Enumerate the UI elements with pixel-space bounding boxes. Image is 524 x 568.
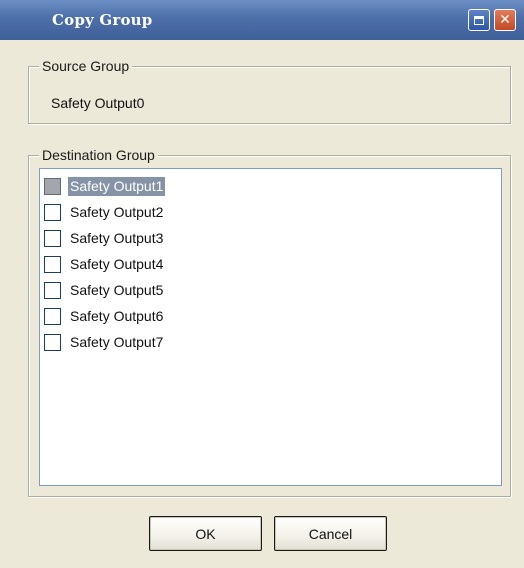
list-item-safety-output4[interactable]: Safety Output4: [44, 253, 165, 275]
list-item-safety-output5[interactable]: Safety Output5: [44, 279, 165, 301]
maximize-icon: [474, 15, 484, 25]
close-icon: ✕: [499, 12, 511, 28]
destination-group-box: Destination Group Safety Output1 Safety …: [28, 147, 511, 497]
checkbox-safety-output2[interactable]: [44, 203, 61, 221]
list-item-safety-output3[interactable]: Safety Output3: [44, 227, 165, 249]
list-item-safety-output7[interactable]: Safety Output7: [44, 331, 165, 353]
close-button[interactable]: ✕: [494, 9, 516, 31]
checkbox-safety-output4[interactable]: [44, 255, 61, 273]
source-group-value: Safety Output0: [51, 95, 145, 111]
list-item-label: Safety Output2: [70, 203, 164, 220]
checkbox-safety-output1[interactable]: [44, 177, 61, 195]
source-group-legend: Source Group: [39, 58, 133, 74]
checkbox-safety-output7[interactable]: [44, 333, 61, 351]
checkbox-safety-output5[interactable]: [44, 281, 61, 299]
cancel-button[interactable]: Cancel: [274, 516, 387, 551]
list-item-label: Safety Output6: [70, 307, 164, 324]
checkbox-safety-output3[interactable]: [44, 229, 61, 247]
list-item-label: Safety Output4: [70, 255, 164, 272]
destination-list[interactable]: Safety Output1 Safety Output2 Safety Out…: [39, 168, 502, 486]
list-item-label: Safety Output3: [70, 229, 164, 246]
list-item-safety-output1[interactable]: Safety Output1: [44, 175, 166, 197]
title-bar[interactable]: Copy Group ✕: [0, 0, 524, 40]
maximize-button[interactable]: [468, 9, 490, 31]
list-item-label: Safety Output7: [70, 333, 164, 350]
source-group-box: Source Group Safety Output0: [28, 58, 511, 124]
copy-group-dialog: Copy Group ✕ Source Group Safety Output0…: [0, 0, 524, 568]
list-item-label: Safety Output5: [70, 281, 164, 298]
list-item-safety-output2[interactable]: Safety Output2: [44, 201, 165, 223]
destination-group-legend: Destination Group: [39, 147, 158, 163]
checkbox-safety-output6[interactable]: [44, 307, 61, 325]
list-item-label: Safety Output1: [68, 176, 166, 196]
ok-button[interactable]: OK: [149, 516, 262, 551]
window-title: Copy Group: [52, 11, 153, 29]
list-item-safety-output6[interactable]: Safety Output6: [44, 305, 165, 327]
